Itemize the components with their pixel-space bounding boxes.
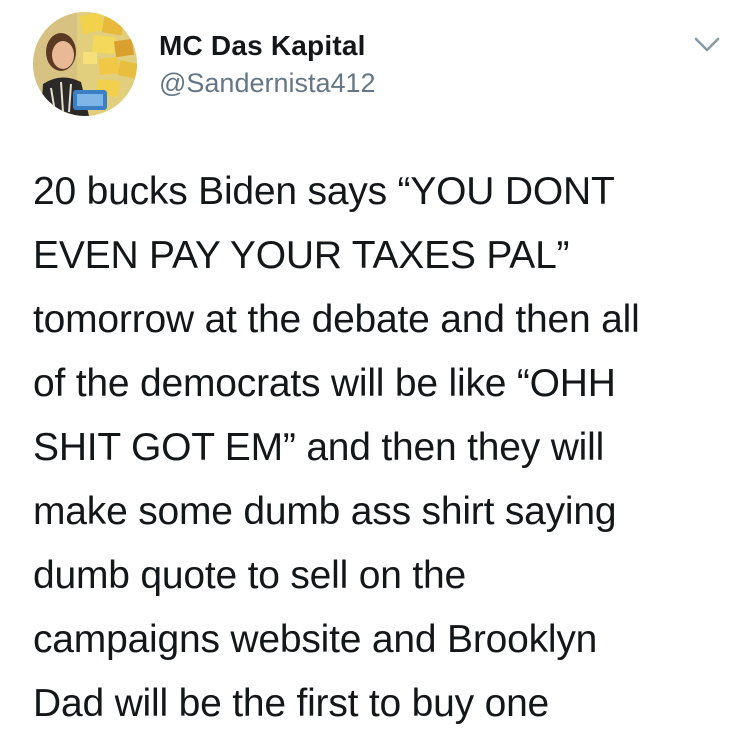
tweet-text: 20 bucks Biden says “YOU DONT EVEN PAY Y… bbox=[33, 160, 733, 736]
tweet-text-line: SHIT GOT EM” and then they will bbox=[33, 426, 605, 469]
tweet-text-line: of the democrats will be like “OHH bbox=[33, 362, 616, 405]
avatar[interactable] bbox=[33, 12, 137, 116]
tweet-text-line: tomorrow at the debate and then all bbox=[33, 298, 640, 341]
author-handle[interactable]: @Sandernista412 bbox=[159, 68, 376, 99]
author-display-name[interactable]: MC Das Kapital bbox=[159, 30, 366, 62]
tweet-text-line: 20 bucks Biden says “YOU DONT bbox=[33, 170, 615, 213]
tweet: MC Das Kapital @Sandernista412 20 bucks … bbox=[0, 0, 750, 732]
profile-photo-image bbox=[33, 12, 137, 116]
tweet-text-line: campaigns website and Brooklyn bbox=[33, 618, 598, 661]
tweet-text-line: make some dumb ass shirt saying bbox=[33, 490, 617, 533]
tweet-text-line: Dad will be the first to buy one bbox=[33, 682, 550, 725]
tweet-text-line: dumb quote to sell on the bbox=[33, 554, 466, 597]
chevron-down-icon[interactable] bbox=[690, 32, 724, 58]
tweet-text-line: EVEN PAY YOUR TAXES PAL” bbox=[33, 234, 570, 277]
